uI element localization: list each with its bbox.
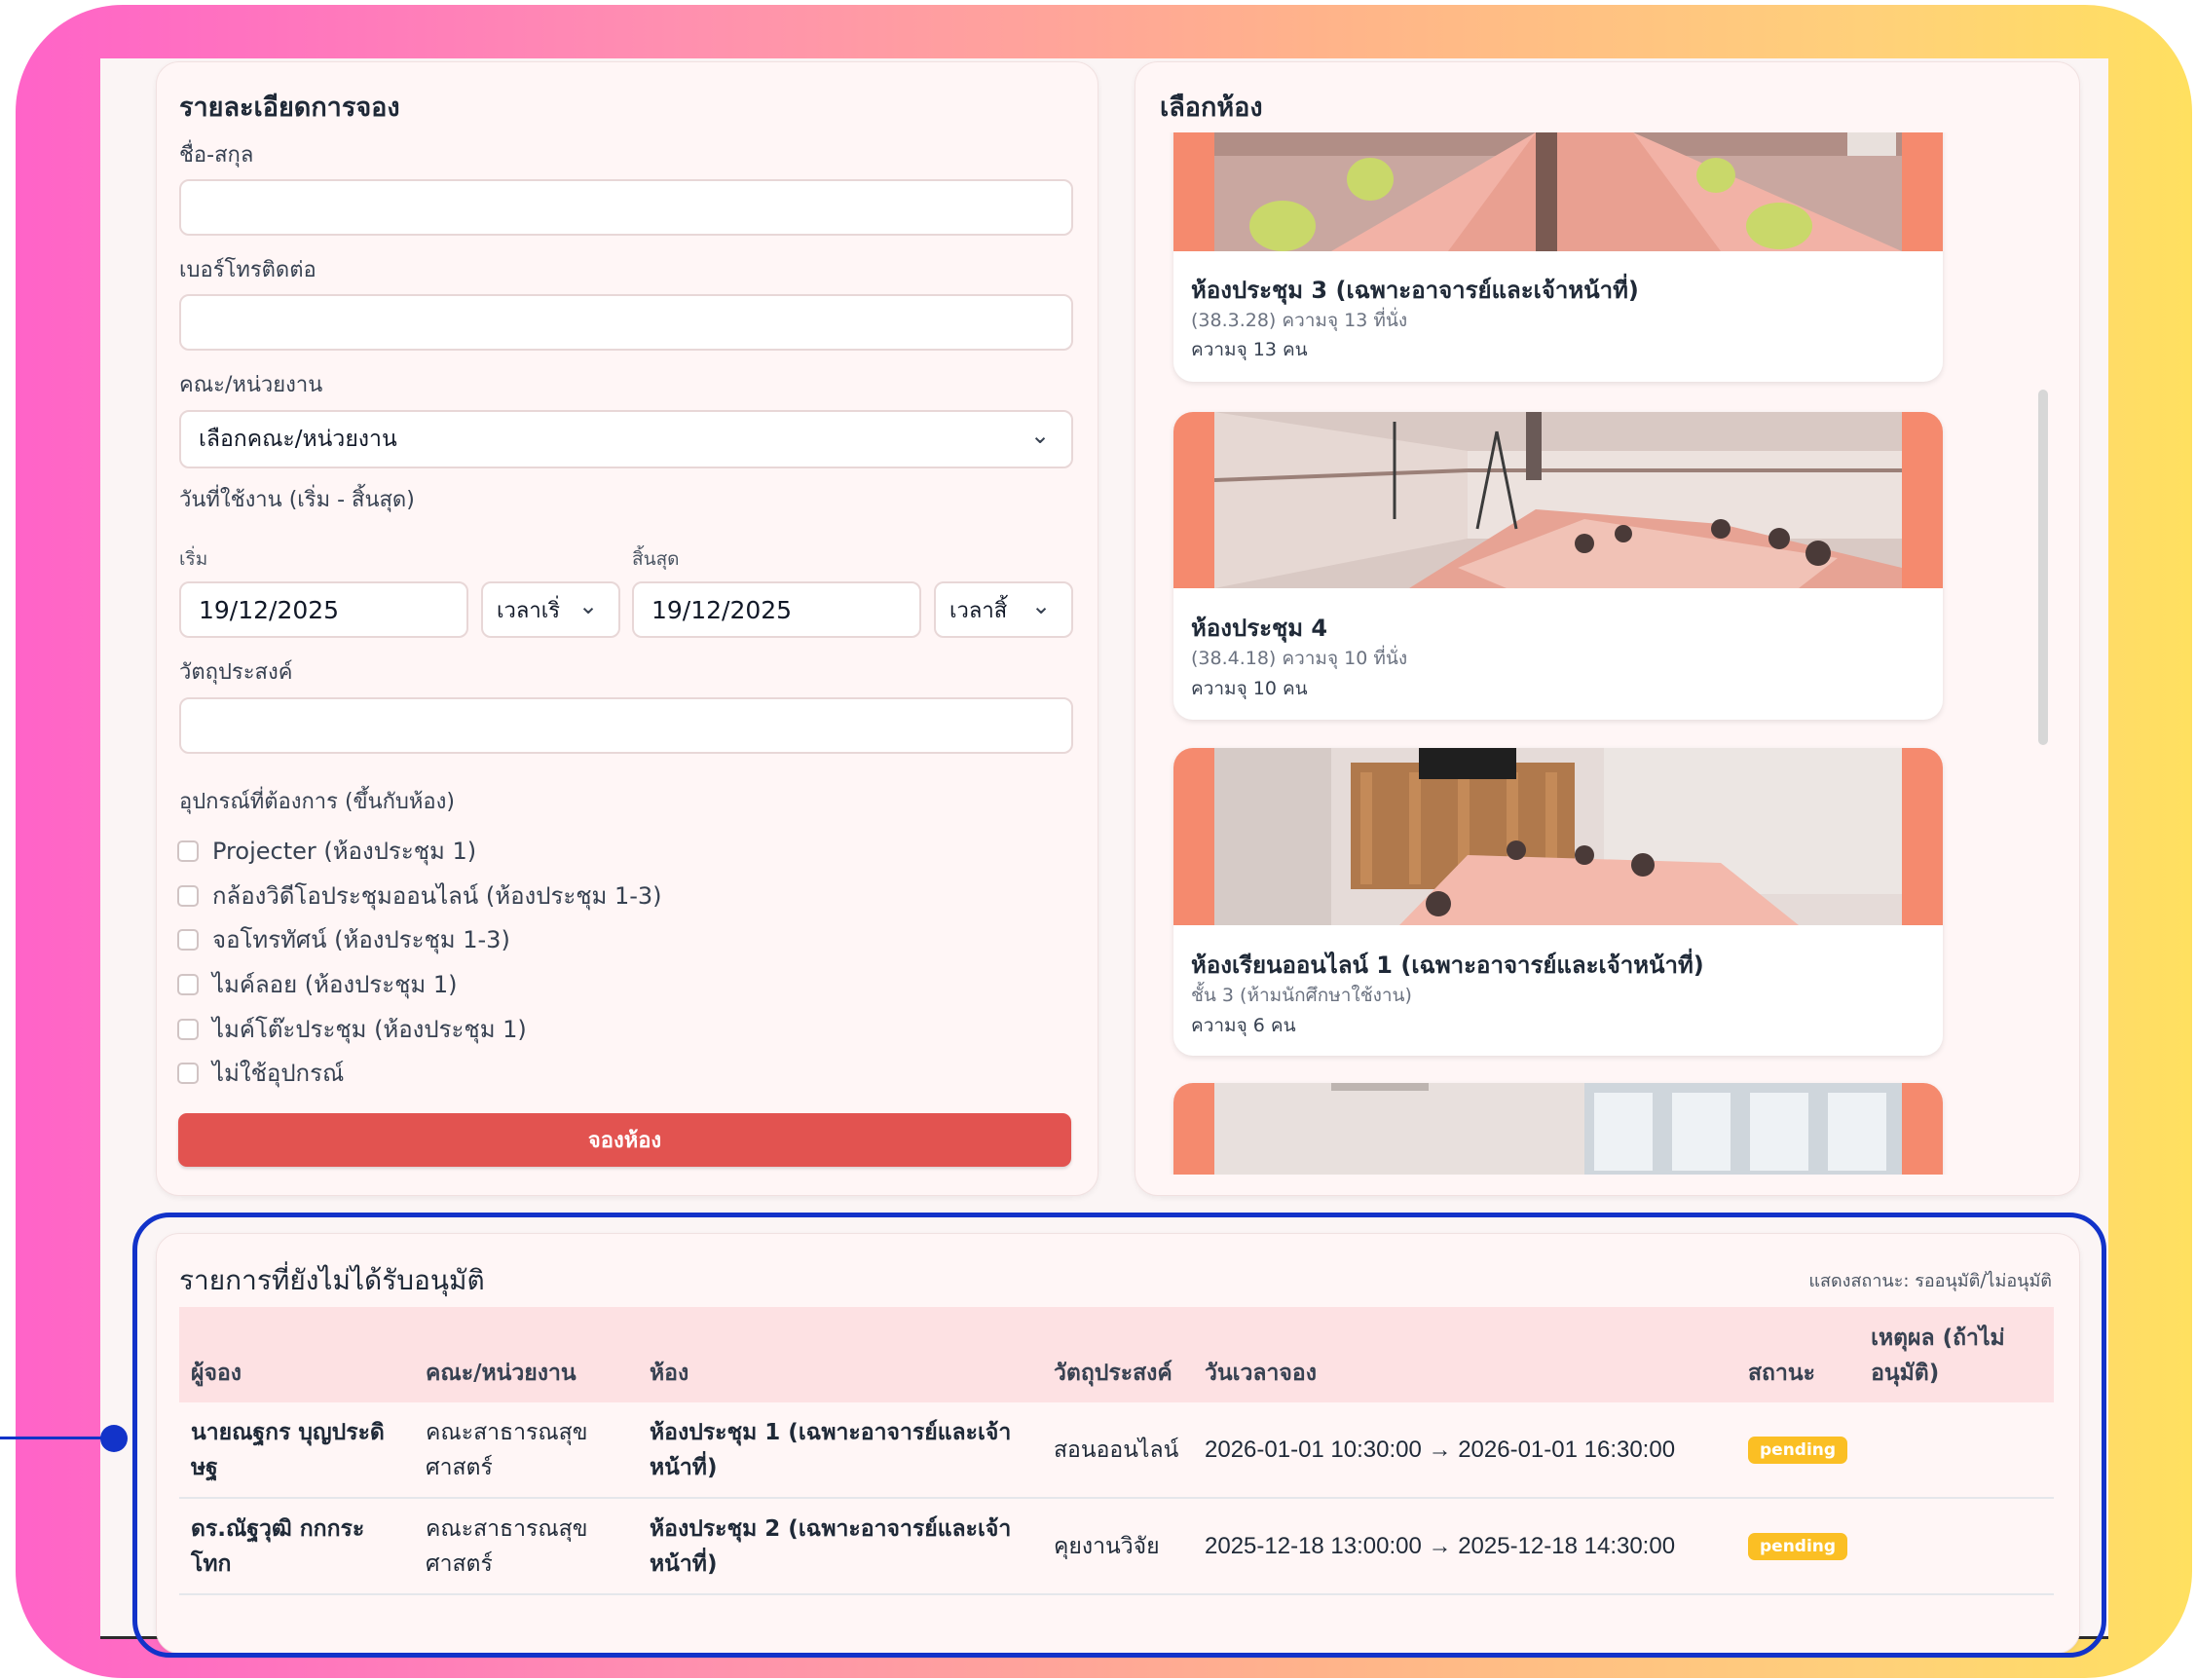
room-picker-title: เลือกห้อง — [1160, 93, 1263, 123]
room-name: ห้องประชุม 4 — [1191, 615, 1328, 642]
room-card[interactable] — [1173, 1083, 1943, 1175]
room-capacity: ความจุ 6 คน — [1191, 1015, 1296, 1036]
room-photo — [1173, 412, 1943, 588]
highlight-box — [132, 1213, 2106, 1658]
room-photo-image — [1214, 1083, 1902, 1175]
room-capacity: ความจุ 10 คน — [1191, 678, 1308, 699]
room-description: (38.4.18) ความจุ 10 ที่นั่ง — [1191, 648, 1408, 669]
room-name: ห้องประชุม 3 (เฉพาะอาจารย์และเจ้าหน้าที่… — [1191, 277, 1639, 304]
room-list: ห้องประชุม 3 (เฉพาะอาจารย์และเจ้าหน้าที่… — [0, 132, 2196, 1175]
room-description: ชั้น 3 (ห้ามนักศึกษาใช้งาน) — [1191, 985, 1412, 1006]
room-list-scrollbar[interactable] — [2038, 390, 2048, 745]
room-capacity: ความจุ 13 คน — [1191, 339, 1308, 360]
room-card[interactable]: ห้องเรียนออนไลน์ 1 (เฉพาะอาจารย์และเจ้าห… — [1173, 748, 1943, 1056]
room-card[interactable]: ห้องประชุม 4 (38.4.18) ความจุ 10 ที่นั่ง… — [1173, 412, 1943, 720]
room-photo-image — [1214, 748, 1902, 925]
room-photo — [1173, 748, 1943, 925]
room-name: ห้องเรียนออนไลน์ 1 (เฉพาะอาจารย์และเจ้าห… — [1191, 952, 1704, 979]
pointer-dot — [100, 1425, 128, 1452]
booking-form-title: รายละเอียดการจอง — [179, 93, 400, 123]
room-card[interactable]: ห้องประชุม 3 (เฉพาะอาจารย์และเจ้าหน้าที่… — [1173, 132, 1943, 382]
room-photo-image — [1214, 412, 1902, 588]
pointer-line — [0, 1437, 115, 1439]
room-photo — [1173, 1083, 1943, 1175]
room-description: (38.3.28) ความจุ 13 ที่นั่ง — [1191, 310, 1408, 331]
